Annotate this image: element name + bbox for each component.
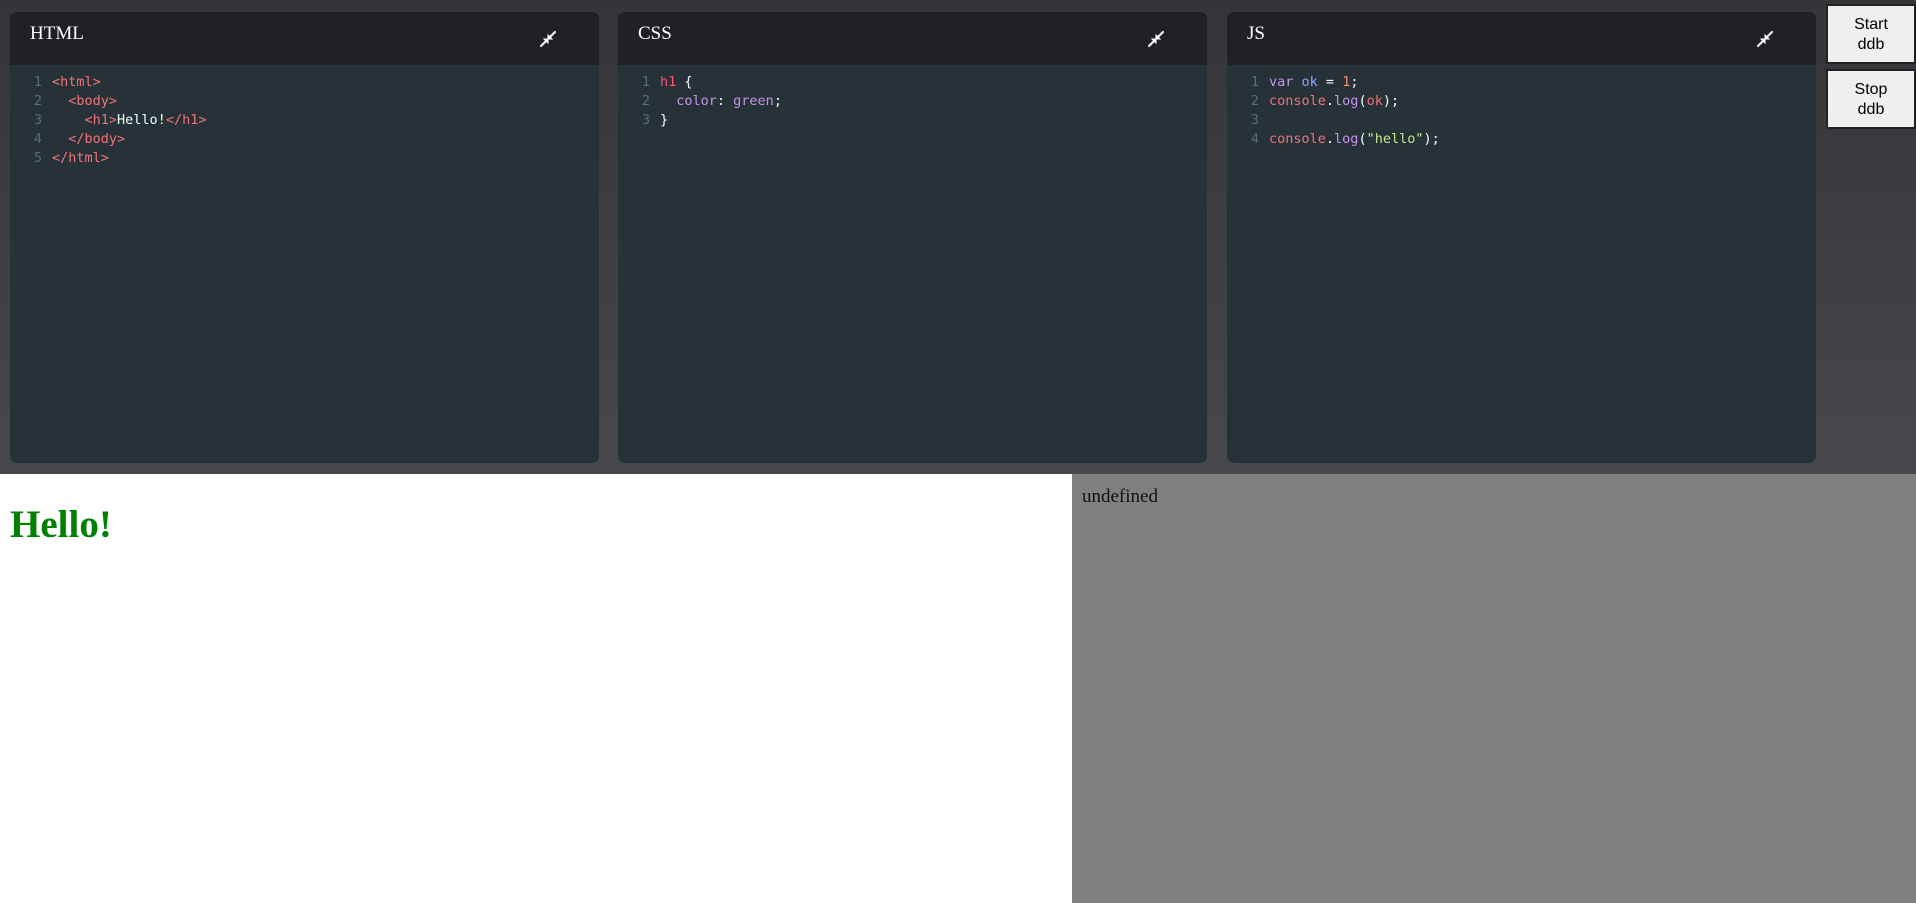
code-line: 2 color: green;	[618, 92, 1207, 111]
stop-button-label: ddb	[1857, 101, 1885, 118]
code-token: }	[660, 112, 669, 128]
code-line: 2 console.log(ok);	[1227, 92, 1816, 111]
code-token: ok	[1366, 93, 1383, 109]
code-token: ok	[1301, 74, 1318, 90]
console-pane: undefined	[1072, 474, 1916, 903]
preview-pane: Hello!	[0, 474, 1072, 903]
code-line: 1 <html>	[10, 73, 599, 92]
html-code-editor[interactable]: 1 <html> 2 <body> 3 <h1>Hello!</h1> 4 </b…	[10, 65, 599, 168]
code-token: );	[1382, 93, 1400, 109]
line-number: 5	[33, 150, 42, 166]
code-token: ;	[1350, 74, 1359, 90]
line-number: 1	[33, 74, 42, 90]
line-number: 4	[1250, 131, 1259, 147]
js-editor-panel: JS 1 var ok = 1; 2 console.log(ok); 3 4 con…	[1227, 12, 1816, 463]
code-line: 2 <body>	[10, 92, 599, 111]
code-token: .	[1325, 93, 1335, 109]
start-button-label: Start	[1854, 16, 1888, 33]
code-token: h1	[660, 74, 677, 90]
code-line: 4 </body>	[10, 130, 599, 149]
code-token: );	[1423, 131, 1440, 147]
start-ddb-button[interactable]: Start ddb	[1826, 4, 1916, 64]
code-token: (	[1358, 93, 1367, 109]
stop-button-label: Stop	[1854, 81, 1888, 98]
line-number: 3	[33, 112, 42, 128]
code-token: var	[1269, 74, 1294, 90]
line-number: 3	[641, 112, 650, 128]
code-token: green	[733, 93, 774, 109]
code-line: 3	[1227, 111, 1816, 130]
stop-ddb-button[interactable]: Stop ddb	[1826, 69, 1916, 129]
code-token: </h1>	[165, 112, 207, 128]
code-token: color	[676, 93, 717, 109]
css-panel-title: CSS	[638, 23, 672, 44]
preview-heading: Hello!	[10, 503, 112, 546]
code-token: <html>	[52, 74, 101, 90]
code-line: 5 </html>	[10, 149, 599, 168]
line-number: 2	[1250, 93, 1259, 109]
line-number: 1	[1250, 74, 1259, 90]
code-token: log	[1334, 93, 1359, 109]
code-token: ;	[773, 93, 782, 109]
html-panel-title: HTML	[30, 23, 84, 44]
collapse-arrows-icon[interactable]	[537, 28, 559, 50]
html-panel-header: HTML	[10, 12, 599, 65]
js-panel-header: JS	[1227, 12, 1816, 65]
line-number: 2	[33, 93, 42, 109]
css-panel-header: CSS	[618, 12, 1207, 65]
code-line: 4 console.log("hello");	[1227, 130, 1816, 149]
code-line: 3}	[618, 111, 1207, 130]
code-token: log	[1334, 131, 1359, 147]
code-token: console	[1269, 131, 1326, 147]
css-editor-panel: CSS 1 h1 { 2 color: green; 3}	[618, 12, 1207, 463]
code-token: </body>	[68, 131, 126, 147]
code-token: Hello!	[117, 112, 166, 128]
editor-area: HTML 1 <html> 2 <body> 3 <h1>Hello!</h1> …	[0, 0, 1916, 474]
code-token: .	[1325, 131, 1335, 147]
code-line: 1 var ok = 1;	[1227, 73, 1816, 92]
code-token: <h1>	[84, 112, 118, 128]
code-token: =	[1317, 74, 1343, 90]
collapse-arrows-icon[interactable]	[1754, 28, 1776, 50]
code-token: <body>	[68, 93, 118, 109]
collapse-arrows-icon[interactable]	[1145, 28, 1167, 50]
css-code-editor[interactable]: 1 h1 { 2 color: green; 3}	[618, 65, 1207, 130]
line-number: 2	[641, 93, 650, 109]
code-token: </html>	[52, 150, 109, 166]
js-code-editor[interactable]: 1 var ok = 1; 2 console.log(ok); 3 4 consol…	[1227, 65, 1816, 149]
code-line: 3 <h1>Hello!</h1>	[10, 111, 599, 130]
console-output: undefined	[1082, 486, 1158, 507]
code-token: {	[676, 74, 693, 90]
line-number: 4	[33, 131, 42, 147]
code-token: console	[1269, 93, 1326, 109]
code-token: (	[1358, 131, 1367, 147]
html-editor-panel: HTML 1 <html> 2 <body> 3 <h1>Hello!</h1> …	[10, 12, 599, 463]
line-number: 1	[641, 74, 650, 90]
start-button-label: ddb	[1857, 36, 1885, 53]
code-line: 1 h1 {	[618, 73, 1207, 92]
line-number: 3	[1250, 112, 1259, 128]
code-token: :	[716, 93, 734, 109]
js-panel-title: JS	[1247, 23, 1265, 44]
code-token: "hello"	[1366, 131, 1424, 147]
